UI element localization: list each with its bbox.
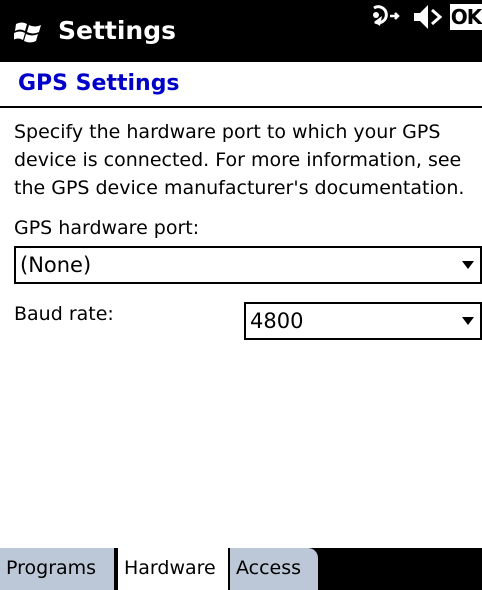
- tab-bar: Programs Hardware Access: [0, 548, 482, 590]
- page-header: GPS Settings: [0, 62, 482, 108]
- description-text: Specify the hardware port to which your …: [14, 121, 465, 199]
- baud-rate-dropdown[interactable]: 4800: [244, 302, 482, 340]
- gps-port-dropdown[interactable]: (None): [14, 246, 482, 284]
- gps-port-value: (None): [20, 253, 92, 277]
- volume-icon[interactable]: [412, 2, 444, 32]
- chevron-down-icon: [462, 261, 474, 269]
- windows-start-icon[interactable]: [14, 18, 44, 46]
- baud-rate-value: 4800: [250, 309, 304, 333]
- chevron-down-icon: [462, 317, 474, 325]
- tab-hardware[interactable]: Hardware: [118, 548, 228, 590]
- tab-programs[interactable]: Programs: [0, 548, 116, 590]
- app-title: Settings: [58, 16, 177, 45]
- title-bar: Settings OK: [0, 0, 482, 62]
- ok-button[interactable]: OK: [450, 4, 482, 30]
- tab-access[interactable]: Access: [230, 548, 318, 590]
- connectivity-icon[interactable]: [366, 2, 406, 32]
- gps-port-label: GPS hardware port:: [14, 217, 200, 239]
- page-title: GPS Settings: [18, 71, 180, 96]
- baud-rate-label: Baud rate:: [14, 303, 114, 325]
